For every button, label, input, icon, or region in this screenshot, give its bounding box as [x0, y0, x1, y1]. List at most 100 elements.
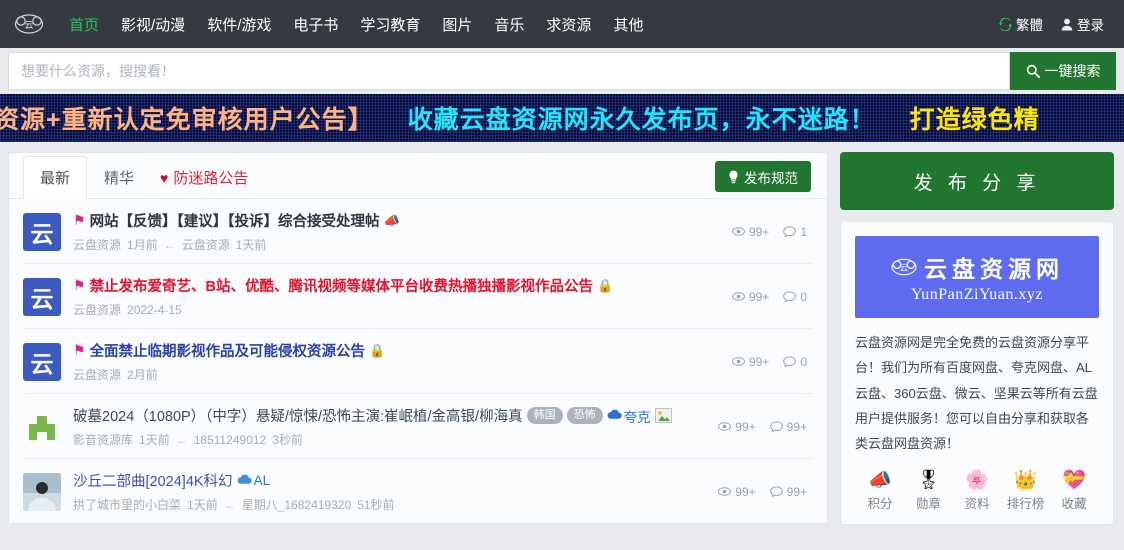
eye-icon — [731, 226, 745, 237]
tab-latest[interactable]: 最新 — [23, 156, 88, 199]
nav-links: 首页 影视/动漫 软件/游戏 电子书 学习教育 图片 音乐 求资源 其他 — [58, 8, 654, 41]
comment-count-value: 99+ — [786, 419, 807, 434]
quick-link-favorites[interactable]: 💝 收藏 — [1051, 471, 1097, 512]
avatar[interactable] — [23, 407, 61, 446]
search-button-label: 一键搜索 — [1044, 63, 1101, 79]
tag-badge[interactable]: 韩国 — [526, 406, 563, 425]
view-count-value: 99+ — [748, 354, 770, 369]
post-title[interactable]: ⚑ 禁止发布爱奇艺、B站、优酷、腾讯视频等媒体平台收费热播独播影视作品公告 🔒 — [73, 275, 722, 296]
cloud-drive-label: 夸克 — [623, 409, 651, 425]
eye-icon — [731, 291, 745, 302]
quick-link-label: 资料 — [964, 496, 990, 511]
avatar-text: 云 — [30, 286, 54, 313]
post-title-text: 破墓2024（1080P）（中字）悬疑/惊悚/恐怖主演:崔岷植/金高银/柳海真 — [73, 409, 523, 425]
nav-link-request[interactable]: 求资源 — [535, 8, 602, 41]
language-toggle[interactable]: 繁體 — [993, 10, 1049, 38]
comment-count-value: 1 — [800, 224, 807, 239]
comment-count: 99+ — [769, 484, 807, 499]
post-last-user[interactable]: 18511249012 — [194, 433, 267, 447]
tab-bar: 最新 精华 ♥ 防迷路公告 发布规范 — [9, 153, 827, 199]
post-author[interactable]: 云盘资源 — [73, 301, 121, 318]
nav-link-music[interactable]: 音乐 — [483, 8, 535, 41]
post-row[interactable]: 云 ⚑ 网站【反馈】【建议】【投诉】综合接受处理帖 📣 云盘资源 1月前 ← 云 — [23, 199, 813, 264]
cloud-icon — [237, 473, 252, 488]
publish-share-button[interactable]: 发 布 分 享 — [840, 152, 1114, 210]
quick-links: 📣 积分 🎖 勋章 🌸 资料 👑 排行榜 💝 收藏 — [855, 467, 1099, 524]
cloud-logo-icon[interactable]: 云 — [14, 11, 44, 37]
marquee-text-a: 资源+重新认定免审核用户公告】 — [0, 106, 374, 134]
avatar[interactable]: 云 — [23, 277, 61, 316]
cloud-drive-tag[interactable]: 夸克 — [607, 406, 651, 426]
post-last-user[interactable]: 云盘资源 — [182, 236, 230, 253]
comment-count-value: 0 — [800, 354, 807, 369]
post-last-time: 3秒前 — [272, 433, 303, 447]
avatar[interactable] — [23, 472, 61, 511]
cloud-drive-tag[interactable]: AL — [237, 473, 271, 488]
post-author[interactable]: 拱了城市里的小白菜 — [73, 496, 181, 513]
site-logo-en: YunPanZiYuan.xyz — [911, 286, 1043, 303]
tab-notice[interactable]: ♥ 防迷路公告 — [151, 156, 265, 199]
post-meta: 拱了城市里的小白菜 1天前 ← 星期八_1682419320 51秒前 — [73, 496, 708, 513]
megaphone-icon: 📣 — [383, 212, 400, 228]
comment-icon — [783, 226, 797, 238]
post-author[interactable]: 影音资源库 — [73, 431, 133, 448]
heart-icon: ♥ — [160, 169, 169, 186]
nav-link-images[interactable]: 图片 — [431, 8, 483, 41]
nav-link-other[interactable]: 其他 — [602, 8, 654, 41]
comment-count: 99+ — [769, 419, 807, 434]
cloud-drive-label: AL — [253, 473, 271, 488]
post-last-user[interactable]: 星期八_1682419320 — [242, 496, 351, 513]
post-last-time: 51秒前 — [357, 498, 395, 512]
publish-rules-label: 发布规范 — [744, 170, 798, 186]
nav-link-ebook[interactable]: 电子书 — [282, 8, 349, 41]
nav-link-software[interactable]: 软件/游戏 — [196, 8, 282, 41]
post-time: 1天前 — [187, 498, 218, 512]
medal-icon: 🎖 — [916, 469, 941, 491]
language-label: 繁體 — [1016, 18, 1043, 33]
reply-arrow-icon: ← — [163, 237, 176, 252]
quick-link-points[interactable]: 📣 积分 — [857, 471, 903, 512]
post-stats: 99+ 99+ — [718, 420, 813, 434]
post-title[interactable]: ⚑ 全面禁止临期影视作品及可能侵权资源公告 🔒 — [73, 340, 722, 361]
tab-featured[interactable]: 精华 — [87, 156, 151, 199]
post-row[interactable]: 沙丘二部曲[2024]4K科幻 AL 拱了城市里的小白菜 1天前 ← 星期八_1… — [23, 459, 813, 523]
post-body: ⚑ 禁止发布爱奇艺、B站、优酷、腾讯视频等媒体平台收费热播独播影视作品公告 🔒 … — [73, 275, 722, 318]
nav-link-education[interactable]: 学习教育 — [349, 8, 431, 41]
quick-link-ranking[interactable]: 👑 排行榜 — [1003, 471, 1049, 512]
search-button[interactable]: 一键搜索 — [1010, 52, 1116, 90]
post-title[interactable]: 沙丘二部曲[2024]4K科幻 AL — [73, 470, 708, 491]
post-row[interactable]: 破墓2024（1080P）（中字）悬疑/惊悚/恐怖主演:崔岷植/金高银/柳海真 … — [23, 394, 813, 459]
login-button[interactable]: 登录 — [1055, 10, 1110, 38]
post-body: ⚑ 全面禁止临期影视作品及可能侵权资源公告 🔒 云盘资源 2月前 — [73, 340, 722, 383]
publish-rules-button[interactable]: 发布规范 — [715, 161, 811, 192]
flower-icon: 🌸 — [965, 469, 989, 491]
tag-badge[interactable]: 恐怖 — [566, 406, 603, 425]
eye-icon — [718, 421, 732, 432]
view-count: 99+ — [731, 354, 770, 369]
person-photo-icon — [23, 472, 61, 511]
page-body: 最新 精华 ♥ 防迷路公告 发布规范 云 ⚑ 网站【反馈】【建议】【投诉】综合接… — [0, 142, 1124, 550]
flag-icon: ⚑ — [73, 277, 86, 293]
reply-arrow-icon: ← — [175, 432, 188, 447]
post-author[interactable]: 云盘资源 — [73, 236, 121, 253]
post-author[interactable]: 云盘资源 — [73, 366, 121, 383]
quick-link-medal[interactable]: 🎖 勋章 — [906, 471, 952, 512]
avatar[interactable]: 云 — [23, 342, 61, 381]
nav-link-video[interactable]: 影视/动漫 — [110, 8, 196, 41]
announcement-marquee[interactable]: 资源+重新认定免审核用户公告】 收藏云盘资源网永久发布页，永不迷路！ 打造绿色精 — [0, 94, 1124, 142]
post-stats: 99+ 99+ — [718, 485, 813, 499]
lock-icon: 🔒 — [597, 277, 614, 293]
post-row[interactable]: 云 ⚑ 全面禁止临期影视作品及可能侵权资源公告 🔒 云盘资源 2月前 99+ 0 — [23, 329, 813, 394]
thumbnail-icon[interactable] — [654, 408, 672, 423]
comment-count-value: 99+ — [786, 484, 807, 499]
nav-link-home[interactable]: 首页 — [58, 8, 110, 41]
post-title[interactable]: ⚑ 网站【反馈】【建议】【投诉】综合接受处理帖 📣 — [73, 210, 722, 231]
post-title[interactable]: 破墓2024（1080P）（中字）悬疑/惊悚/恐怖主演:崔岷植/金高银/柳海真 … — [73, 405, 708, 426]
quick-link-label: 排行榜 — [1006, 496, 1045, 511]
post-row[interactable]: 云 ⚑ 禁止发布爱奇艺、B站、优酷、腾讯视频等媒体平台收费热播独播影视作品公告 … — [23, 264, 813, 329]
avatar[interactable]: 云 — [23, 212, 61, 251]
post-title-text: 全面禁止临期影视作品及可能侵权资源公告 — [89, 344, 366, 360]
quick-link-profile[interactable]: 🌸 资料 — [954, 471, 1000, 512]
search-input[interactable] — [8, 52, 1010, 90]
post-time: 2022-4-15 — [127, 302, 182, 317]
